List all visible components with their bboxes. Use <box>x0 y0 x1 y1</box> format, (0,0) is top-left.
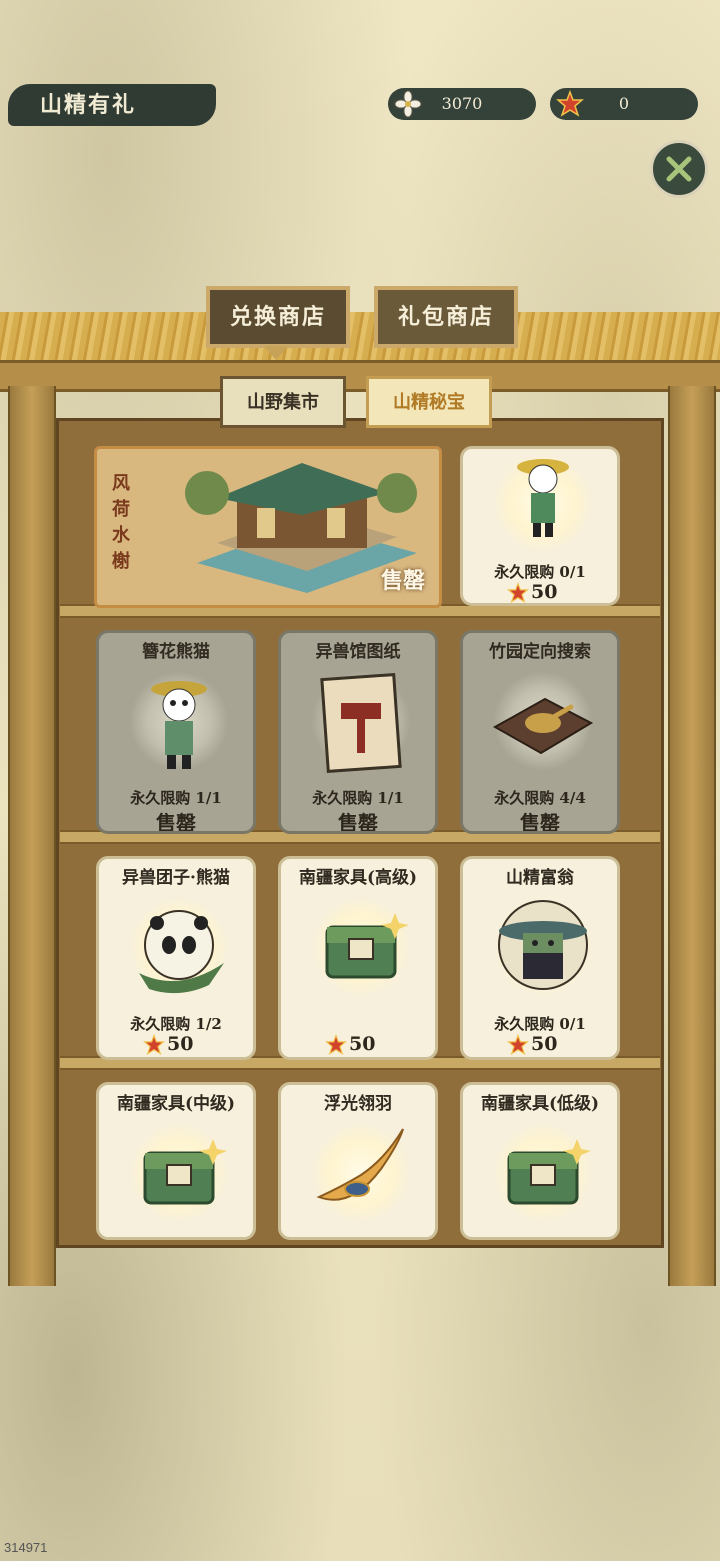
purchase-limit: 永久限购 1/1 <box>312 789 404 807</box>
purchase-limit: 永久限购 1/1 <box>130 789 222 807</box>
item-card[interactable]: 簪花熊猫 永久限购 1/1 售罄 <box>96 630 256 834</box>
sold-out-label: 售罄 <box>156 811 196 834</box>
chest-image <box>507 1139 591 1205</box>
featured-item-name: 风荷水榭 <box>112 473 130 572</box>
item-card[interactable]: 南疆家具(高级) 50 <box>278 856 438 1060</box>
item-name: 南疆家具(高级) <box>298 868 418 888</box>
price-value: 50 <box>531 1033 558 1055</box>
item-card[interactable]: 异兽馆图纸 永久限购 1/1 售罄 <box>278 630 438 834</box>
flower-count: 3070 <box>441 94 483 113</box>
sold-out-label: 售罄 <box>520 811 560 834</box>
star-currency: 0 <box>550 88 698 120</box>
tab-exchange-shop[interactable]: 兑换商店 <box>206 286 350 348</box>
purchase-limit: 永久限购 0/1 <box>494 563 586 581</box>
tab-gift-shop[interactable]: 礼包商店 <box>374 286 518 348</box>
compass-image <box>493 697 593 755</box>
item-name: 异兽团子·熊猫 <box>122 868 230 888</box>
price-value: 50 <box>531 581 558 603</box>
item-name: 竹园定向搜索 <box>489 642 591 662</box>
star-count: 0 <box>618 94 630 113</box>
item-card[interactable]: 南疆家具(低级) <box>460 1082 620 1240</box>
item-card[interactable]: 竹园定向搜索 永久限购 4/4 售罄 <box>460 630 620 834</box>
close-button[interactable] <box>650 140 708 198</box>
red-flower-icon <box>506 1033 530 1056</box>
rich-mountain-spirit-image <box>498 900 588 990</box>
blueprint-image <box>320 672 402 774</box>
sold-out-label: 售罄 <box>380 568 425 594</box>
item-name: 山精富翁 <box>506 868 574 888</box>
item-name: 浮光翎羽 <box>324 1094 392 1114</box>
flower-currency: 3070 <box>388 88 536 120</box>
watermark: 314971 <box>4 1540 48 1555</box>
close-icon <box>666 156 692 182</box>
item-card[interactable]: 山精富翁 永久限购 0/1 50 <box>460 856 620 1060</box>
item-card[interactable]: 永久限购 0/1 50 <box>460 446 620 606</box>
page-title: 山精有礼 <box>8 84 216 126</box>
active-tab-indicator <box>264 346 288 360</box>
chest-image <box>143 1139 227 1205</box>
item-card[interactable]: 浮光翎羽 <box>278 1082 438 1240</box>
item-name: 簪花熊猫 <box>142 642 210 662</box>
item-name: 异兽馆图纸 <box>315 642 401 662</box>
price-value: 50 <box>167 1033 194 1055</box>
left-post <box>8 386 56 1286</box>
price: 50 <box>324 1033 376 1056</box>
item-card[interactable]: 异兽团子·熊猫 永久限购 1/2 50 <box>96 856 256 1060</box>
purchase-limit: 永久限购 1/2 <box>130 1015 222 1033</box>
sold-out-label: 售罄 <box>338 811 378 834</box>
panda-dumpling-image <box>139 910 224 994</box>
feather-image <box>316 1128 404 1201</box>
red-flower-icon <box>506 581 530 603</box>
price-value: 50 <box>349 1033 376 1055</box>
right-post <box>668 386 716 1286</box>
flower-panda-image <box>151 681 207 769</box>
purchase-limit: 永久限购 4/4 <box>494 789 586 807</box>
tab-treasure[interactable]: 山精秘宝 <box>366 376 492 428</box>
panda-hat-image <box>517 459 569 537</box>
item-name: 南疆家具(低级) <box>480 1094 600 1114</box>
purchase-limit: 永久限购 0/1 <box>494 1015 586 1033</box>
red-flower-icon <box>142 1033 166 1056</box>
featured-item-card[interactable]: 风荷水榭 售罄 <box>94 446 442 608</box>
roof-beam <box>0 360 720 392</box>
price: 50 <box>506 581 558 603</box>
price: 50 <box>142 1033 194 1056</box>
item-card[interactable]: 南疆家具(中级) <box>96 1082 256 1240</box>
price: 50 <box>506 1033 558 1056</box>
tab-market[interactable]: 山野集市 <box>220 376 346 428</box>
chest-image <box>325 913 409 979</box>
red-flower-icon <box>324 1033 348 1056</box>
item-name: 南疆家具(中级) <box>116 1094 236 1114</box>
